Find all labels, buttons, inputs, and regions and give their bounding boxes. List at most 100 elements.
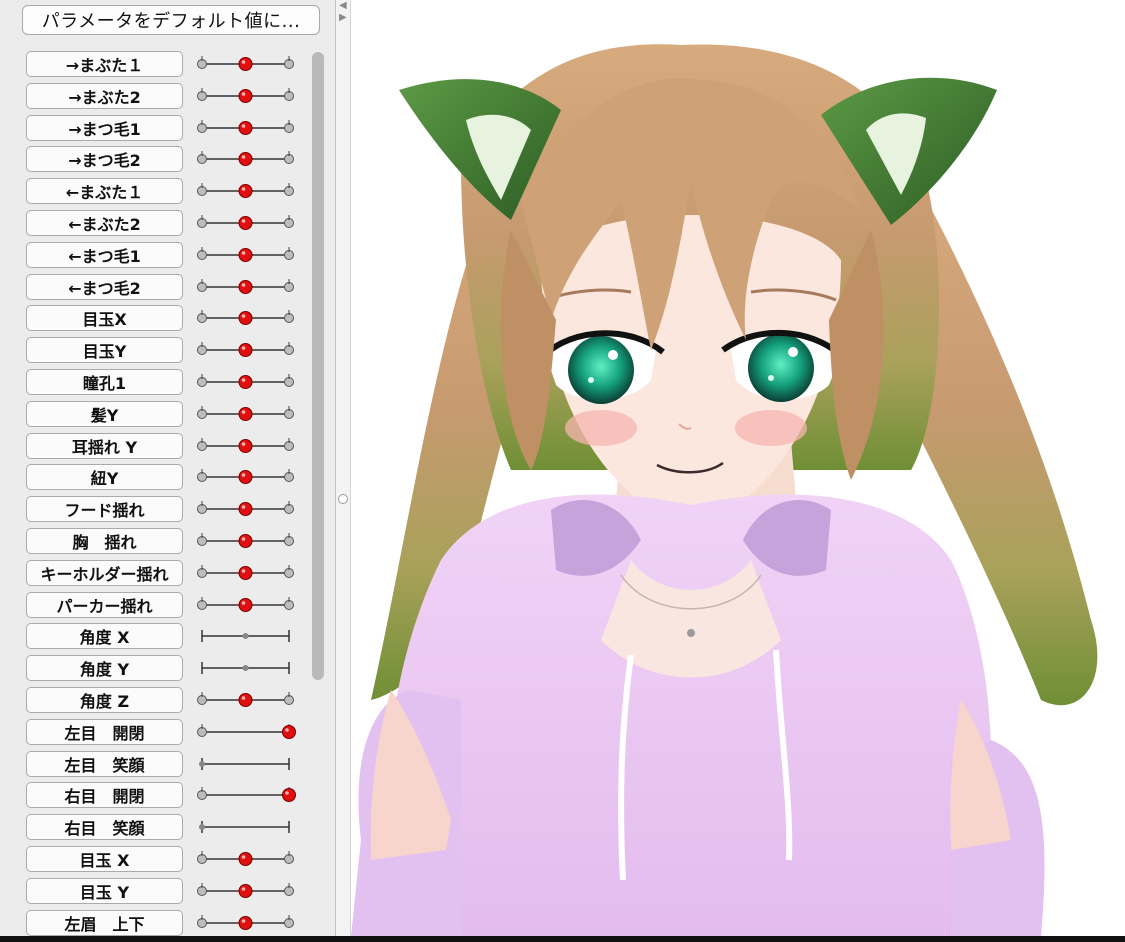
slider-knob [199,824,205,831]
slider-knob-highlight [241,441,246,446]
parameter-row: 目玉Y [0,334,310,366]
parameter-slider[interactable] [196,652,296,684]
parameter-name-button[interactable]: 目玉X [26,305,183,332]
parameter-slider[interactable] [196,80,296,112]
slider-knob-highlight [241,918,246,923]
triangle-left-icon[interactable]: ◀ [339,0,347,11]
parameter-slider[interactable] [196,748,296,780]
parameter-name-button[interactable]: 角度 X [26,623,183,650]
parameter-name-button[interactable]: 左眉 上下 [26,909,183,936]
reset-to-default-button[interactable]: パラメータをデフォルト値に... [22,5,320,35]
parameter-slider[interactable] [196,271,296,303]
parameter-slider[interactable] [196,112,296,144]
slider-knob-highlight [241,696,246,700]
slider-knob-highlight [241,346,246,350]
parameter-name-button[interactable]: ←まぶた１ [26,178,183,205]
parameter-slider[interactable] [196,811,296,843]
slider-knob [282,788,296,803]
slider-knob [282,724,296,739]
parameter-slider[interactable] [196,334,296,366]
parameter-name-button[interactable]: 紐Y [26,464,183,491]
parameter-name-button[interactable]: 髪Y [26,400,183,427]
parameter-name-button[interactable]: 角度 Y [26,655,183,682]
parameter-row: キーホルダー揺れ [0,557,310,589]
slider-knob [238,565,253,580]
parameter-name-button[interactable]: ←まつ毛2 [26,273,183,300]
pane-divider[interactable] [336,0,351,942]
divider-handle[interactable] [338,494,348,504]
parameter-slider[interactable] [196,461,296,493]
parameter-list: →まぶた１ →まぶた2 →まつ毛1 →まつ毛2 ←まぶた１ ←まぶた2 ←まつ毛1 ←まつ毛2… [0,0,310,942]
slider-knob [238,406,253,421]
parameter-slider[interactable] [196,779,296,811]
parameter-row: 髪Y [0,398,310,430]
parameter-row: 瞳孔1 [0,366,310,398]
parameter-name-button[interactable]: パーカー揺れ [26,591,183,618]
parameter-row: ←まつ毛2 [0,271,310,303]
model-viewport[interactable] [351,0,1125,936]
slider-knob [238,57,253,71]
parameter-name-button[interactable]: ←まぶた2 [26,210,183,236]
parameter-name-button[interactable]: 胸 揺れ [26,528,183,554]
slider-knob-highlight [241,187,246,191]
parameter-row: →まつ毛1 [0,112,310,144]
slider-knob-highlight [241,473,246,478]
parameter-slider[interactable] [196,493,296,525]
parameter-row: 左目 笑顔 [0,748,310,780]
parameter-name-button[interactable]: キーホルダー揺れ [26,559,183,586]
parameter-name-button[interactable]: フード揺れ [26,496,183,523]
parameter-slider[interactable] [196,207,296,239]
slider-knob-highlight [241,855,246,859]
parameter-name-button[interactable]: 耳揺れ Y [26,432,183,459]
parameter-slider[interactable] [196,684,296,716]
parameter-slider[interactable] [196,239,296,271]
parameter-slider[interactable] [196,557,296,589]
parameter-row: 紐Y [0,461,310,493]
parameter-name-button[interactable]: 右目 開閉 [26,782,183,809]
parameter-slider[interactable] [196,302,296,334]
parameter-slider[interactable] [196,430,296,462]
slider-knob-highlight [241,378,246,382]
parameter-slider[interactable] [196,48,296,80]
parameter-name-button[interactable]: 左目 開閉 [26,718,183,745]
parameter-slider[interactable] [196,620,296,652]
parameter-name-button[interactable]: 左目 笑顔 [26,750,183,777]
slider-knob [238,693,253,707]
slider-knob-highlight [285,791,289,796]
slider-knob-highlight [241,60,246,64]
parameter-name-button[interactable]: 右目 笑顔 [26,814,183,841]
parameter-name-button[interactable]: ←まつ毛1 [26,241,183,268]
parameter-name-button[interactable]: 目玉 Y [26,877,183,904]
parameter-slider[interactable] [196,907,296,939]
parameter-slider[interactable] [196,175,296,207]
parameter-row: 右目 笑顔 [0,811,310,843]
parameter-slider[interactable] [196,875,296,907]
slider-knob [199,760,205,767]
triangle-right-icon[interactable]: ▶ [339,12,347,23]
slider-knob [238,311,253,326]
parameter-name-button[interactable]: →まつ毛2 [26,146,183,173]
slider-knob-highlight [241,155,246,160]
parameter-slider[interactable] [196,143,296,175]
parameter-slider[interactable] [196,398,296,430]
parameter-panel: →まぶた１ →まぶた2 →まつ毛1 →まつ毛2 ←まぶた１ ←まぶた2 ←まつ毛1 ←まつ毛2… [0,0,336,942]
parameter-name-button[interactable]: 目玉Y [26,337,183,364]
slider-knob [238,184,253,199]
parameter-name-button[interactable]: →まぶた2 [26,82,183,109]
parameter-row: →まつ毛2 [0,143,310,175]
parameter-slider[interactable] [196,589,296,621]
slider-knob [238,279,253,294]
bottom-bar [0,936,1125,942]
scrollbar[interactable] [312,52,324,680]
parameter-name-button[interactable]: 瞳孔1 [26,369,183,395]
parameter-slider[interactable] [196,843,296,875]
parameter-slider[interactable] [196,366,296,398]
parameter-row: ←まつ毛1 [0,239,310,271]
parameter-name-button[interactable]: →まつ毛1 [26,114,183,141]
slider-knob [238,247,253,262]
parameter-name-button[interactable]: →まぶた１ [26,51,183,77]
parameter-name-button[interactable]: 角度 Z [26,687,183,713]
parameter-slider[interactable] [196,525,296,557]
parameter-slider[interactable] [196,716,296,748]
parameter-name-button[interactable]: 目玉 X [26,846,183,872]
